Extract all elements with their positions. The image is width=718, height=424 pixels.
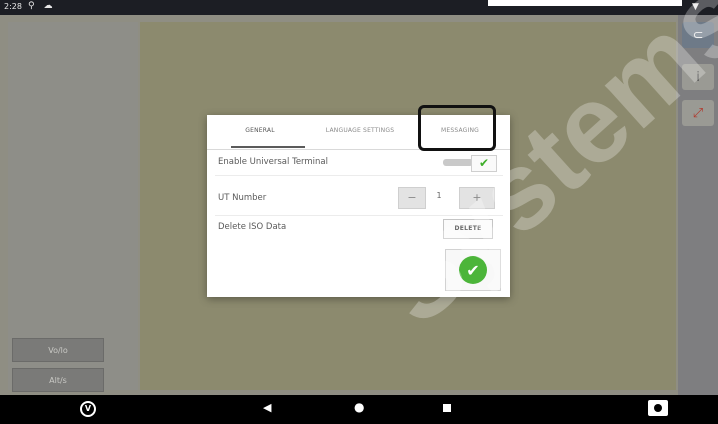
side-button-1[interactable]: Vo/lo bbox=[12, 338, 104, 362]
enable-ut-toggle[interactable]: ✔ bbox=[443, 155, 499, 172]
ut-number-decrement-button[interactable]: − bbox=[398, 187, 426, 209]
messaging-tab-highlight bbox=[418, 105, 496, 151]
side-button-2[interactable]: Alt/s bbox=[12, 368, 104, 392]
confirm-button[interactable]: ✔ bbox=[445, 249, 501, 291]
enable-ut-label: Enable Universal Terminal bbox=[218, 157, 329, 167]
left-panel bbox=[8, 22, 138, 390]
delete-iso-label: Delete ISO Data bbox=[218, 222, 287, 232]
status-icons: ⚲ ☁ bbox=[28, 1, 56, 11]
home-icon[interactable]: ● bbox=[354, 400, 364, 414]
status-white-strip bbox=[488, 0, 682, 6]
back-arrow-icon[interactable]: ⊂ bbox=[682, 22, 714, 48]
toggle-track bbox=[443, 159, 473, 166]
info-icon[interactable]: i bbox=[682, 64, 714, 90]
delete-button[interactable]: DELETE bbox=[443, 219, 493, 239]
divider bbox=[215, 215, 503, 216]
recent-apps-icon[interactable] bbox=[443, 404, 451, 412]
android-nav-bar: V ◀ ● bbox=[0, 395, 718, 424]
back-icon[interactable]: ◀ bbox=[263, 401, 271, 414]
ut-number-label: UT Number bbox=[218, 193, 267, 203]
divider bbox=[215, 175, 503, 176]
signal-icon: ▼ bbox=[692, 2, 699, 12]
ut-number-value: 1 bbox=[436, 191, 442, 200]
check-icon: ✔ bbox=[471, 155, 497, 172]
expand-icon[interactable]: ⤢ bbox=[682, 100, 714, 126]
status-bar: 2:28 ⚲ ☁ ▼ bbox=[0, 0, 718, 15]
tab-language-settings[interactable]: LANGUAGE SETTINGS bbox=[305, 127, 415, 134]
camera-icon[interactable] bbox=[648, 400, 668, 416]
active-tab-indicator bbox=[231, 146, 305, 148]
tab-general[interactable]: GENERAL bbox=[215, 127, 305, 134]
confirm-check-icon: ✔ bbox=[459, 256, 487, 284]
status-time: 2:28 bbox=[4, 2, 22, 11]
ut-number-increment-button[interactable]: + bbox=[459, 187, 495, 209]
brand-logo-icon[interactable]: V bbox=[80, 401, 96, 417]
